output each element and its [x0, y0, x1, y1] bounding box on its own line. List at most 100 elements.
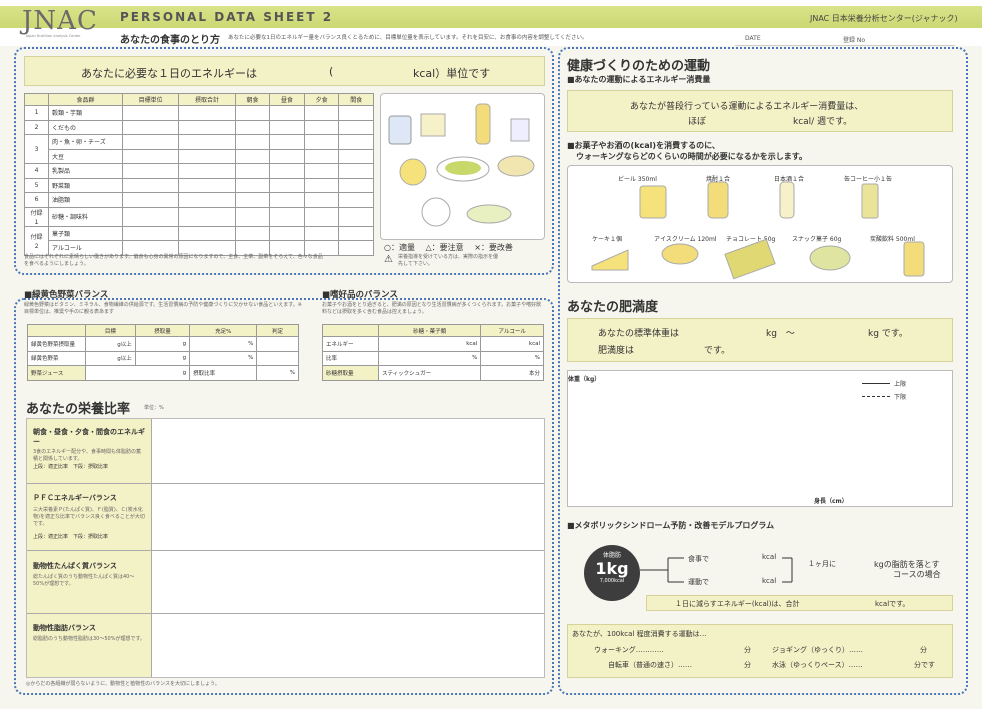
food-icons — [388, 103, 535, 227]
brand-logo: JNAC — [22, 6, 98, 36]
cell[interactable] — [338, 105, 374, 121]
cell[interactable] — [178, 148, 236, 164]
exercise-sec2b: ウォーキングならどのくらいの時間が必要になるかを示します。 — [576, 152, 807, 161]
obesity-line2b: です。 — [704, 346, 731, 356]
cell[interactable] — [121, 206, 180, 227]
cell[interactable] — [338, 206, 374, 227]
cell[interactable] — [338, 240, 374, 256]
cell[interactable] — [269, 134, 305, 150]
legend-upper: 上限 — [894, 381, 907, 388]
cell[interactable] — [121, 240, 180, 256]
cell[interactable] — [178, 177, 236, 193]
cell[interactable] — [121, 134, 180, 150]
cell[interactable] — [269, 148, 305, 164]
cell[interactable] — [178, 163, 236, 179]
cell[interactable] — [269, 225, 305, 241]
legend-warning: 栄養指導を受けている方は、実際の指示を優先して下さい。 — [398, 254, 499, 267]
kcal-label: kcal — [762, 577, 777, 585]
cell[interactable] — [338, 134, 374, 150]
activity-min: 分 — [920, 646, 927, 654]
cell[interactable] — [121, 192, 180, 208]
cell[interactable] — [303, 148, 340, 164]
cell[interactable] — [234, 225, 271, 241]
cell[interactable] — [269, 206, 305, 227]
legend-ok: ○：適量 — [384, 243, 415, 252]
cell[interactable] — [338, 148, 374, 164]
daily-box: １日に減らすエネルギー(kcal)は、合計 kcalです。 — [646, 595, 953, 611]
cell[interactable] — [234, 163, 271, 179]
nutrition-row-ratio: 上段：適正比率 下段：摂取比率 — [33, 464, 109, 470]
cell[interactable] — [121, 177, 180, 193]
cell[interactable] — [303, 225, 340, 241]
daily-unit: kcalです。 — [875, 600, 910, 608]
exercise-line2b: kcal/ 週です。 — [793, 117, 853, 127]
circle-sub: 7,000kcal — [599, 578, 625, 584]
cell[interactable] — [269, 192, 305, 208]
table-row: 6 油脂類 — [24, 192, 374, 208]
cell[interactable] — [269, 240, 305, 256]
cell[interactable] — [121, 225, 180, 241]
cell[interactable] — [178, 105, 236, 121]
cell[interactable] — [234, 119, 271, 135]
cell[interactable] — [338, 177, 374, 193]
cell[interactable] — [338, 192, 374, 208]
row-name: 油脂類 — [48, 192, 123, 208]
cell[interactable] — [269, 177, 305, 193]
cell[interactable] — [303, 177, 340, 193]
snack-illustration: ビール 350ml 焼酎１合 日本酒１合 缶コーヒー小１缶 ケーキ１個 アイスク… — [567, 165, 953, 283]
cell[interactable] — [338, 225, 374, 241]
table-row: 3 肉・魚・卵・チーズ — [24, 134, 374, 164]
cell[interactable] — [269, 105, 305, 121]
cell[interactable] — [234, 105, 271, 121]
food-header-breakfast: 朝食 — [234, 93, 271, 106]
cell[interactable] — [234, 177, 271, 193]
cell[interactable] — [338, 163, 374, 179]
row-name: 大豆 — [48, 148, 123, 164]
cell[interactable] — [178, 240, 236, 256]
cell[interactable] — [121, 148, 180, 164]
brand-subtext: Japan Nutrition Analysis Center — [26, 34, 81, 38]
cell[interactable] — [303, 240, 340, 256]
nutrition-row-desc: 三大栄養素Ｐ(たんぱく質)、Ｆ(脂質)、Ｃ(炭水化物)を適正な比率でバランス良く… — [33, 507, 145, 527]
divider — [27, 613, 544, 614]
cell[interactable] — [303, 192, 340, 208]
cell[interactable] — [178, 206, 236, 227]
cell[interactable] — [269, 119, 305, 135]
activity-cycling: 自転車（普通の速さ）…… — [608, 661, 692, 669]
cell[interactable] — [178, 192, 236, 208]
cell[interactable] — [234, 206, 271, 227]
cell[interactable] — [121, 105, 180, 121]
cell[interactable] — [234, 148, 271, 164]
exercise-label: 運動で — [688, 578, 709, 586]
table-row: 5 野菜類 — [24, 177, 374, 193]
activity-title: あなたが、100kcal 程度消費する運動は… — [572, 630, 707, 638]
exercise-box: あなたが普段行っている運動によるエネルギー消費量は、 ほぼ kcal/ 週です。 — [567, 90, 953, 132]
row-no: 3 — [24, 134, 49, 164]
cell[interactable] — [234, 240, 271, 256]
cell[interactable] — [303, 134, 340, 150]
row-no: 5 — [24, 177, 49, 193]
warning-icon: ⚠ — [384, 254, 393, 265]
row-name: 菓子類 — [48, 225, 123, 241]
exercise-sec2a: ■お菓子やお酒の(kcal)を消費するのに、 — [567, 141, 720, 150]
cell[interactable] — [121, 119, 180, 135]
cell[interactable] — [121, 163, 180, 179]
cell[interactable] — [303, 163, 340, 179]
cell[interactable] — [234, 192, 271, 208]
cell[interactable] — [269, 163, 305, 179]
divider — [27, 483, 544, 484]
daily-text: １日に減らすエネルギー(kcal)は、合計 — [675, 600, 800, 608]
cell[interactable] — [338, 119, 374, 135]
cell[interactable] — [178, 225, 236, 241]
exercise-line1: あなたが普段行っている運動によるエネルギー消費量は、 — [630, 102, 864, 112]
cell[interactable] — [303, 105, 340, 121]
registration-label: 登録 No — [843, 37, 866, 44]
cell[interactable] — [234, 134, 271, 150]
table-row: 1 穀類・芋類 — [24, 105, 374, 121]
cell[interactable] — [303, 206, 340, 227]
row-no: 4 — [24, 163, 49, 179]
food-header-group: 食品群 — [48, 93, 123, 106]
cell[interactable] — [178, 134, 236, 150]
cell[interactable] — [178, 119, 236, 135]
cell[interactable] — [303, 119, 340, 135]
